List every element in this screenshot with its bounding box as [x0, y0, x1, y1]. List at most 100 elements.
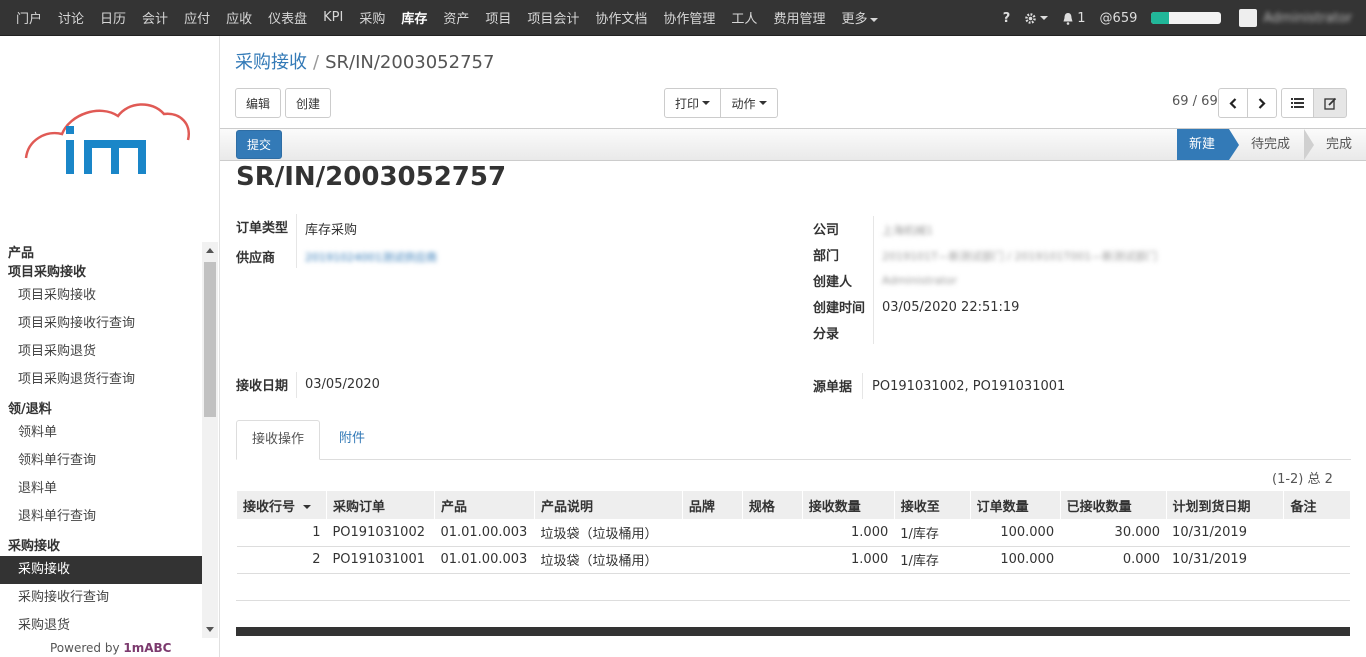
settings-gear-icon[interactable]: [1024, 12, 1049, 25]
record-count: (1-2) 总 2: [1272, 472, 1333, 487]
column-header[interactable]: 产品: [433, 491, 535, 519]
lines-table: 接收行号 采购订单 产品 产品说明 品牌 规格 接收数量 接收至 订单数量 已接收数量 计划到货日期…: [236, 491, 1350, 574]
scroll-thumb[interactable]: [204, 262, 216, 417]
column-header[interactable]: 产品说明: [533, 491, 683, 519]
column-header[interactable]: 规格: [741, 491, 803, 519]
sort-caret-icon[interactable]: [303, 505, 312, 509]
column-header[interactable]: 品牌: [681, 491, 743, 519]
topnav-item[interactable]: 讨论: [58, 8, 84, 27]
column-header-label: 产品说明: [540, 499, 593, 515]
form-view-button[interactable]: [1313, 88, 1347, 118]
field-divider: [862, 373, 863, 399]
topnav-item[interactable]: 会计: [142, 8, 168, 27]
help-icon[interactable]: ?: [1003, 11, 1011, 26]
topnav-item[interactable]: 应收: [226, 8, 252, 27]
stage-pipeline: 新建 待完成 完成: [1176, 129, 1366, 160]
sidebar-scrollbar[interactable]: [202, 242, 218, 638]
creator-value[interactable]: Administrator: [882, 274, 957, 287]
sidebar-item[interactable]: 采购退货: [0, 612, 202, 638]
breadcrumb-parent-link[interactable]: 采购接收: [235, 52, 307, 73]
column-header[interactable]: 接收行号: [236, 491, 327, 519]
pager-next-button[interactable]: [1247, 88, 1277, 118]
notifications-bell-icon[interactable]: 1: [1062, 10, 1086, 26]
record-title: SR/IN/2003052757: [236, 162, 507, 192]
created-time-label: 创建时间: [813, 301, 866, 316]
mentions-counter[interactable]: @659: [1100, 11, 1138, 26]
sidebar-item[interactable]: 项目采购接收: [0, 282, 202, 310]
tab-receive-operations[interactable]: 接收操作: [236, 420, 321, 460]
department-value[interactable]: 2019101T—新测试部门 / 2019101T001—新测试部门: [882, 248, 1157, 264]
table-cell: 10/31/2019: [1166, 519, 1284, 547]
topnav-item[interactable]: 协作文档: [595, 8, 647, 27]
topnav-item[interactable]: 库存: [401, 8, 427, 27]
topnav-item[interactable]: 工人: [731, 8, 757, 27]
list-view-button[interactable]: [1281, 88, 1314, 118]
sidebar-item[interactable]: 项目采购退货行查询: [0, 366, 202, 394]
at-icon: @: [1099, 10, 1113, 26]
scroll-down-arrow-icon[interactable]: [206, 627, 214, 632]
sidebar-item[interactable]: 项目采购退货: [0, 338, 202, 366]
chevron-left-icon: [1229, 97, 1237, 109]
notification-count: 1: [1077, 10, 1086, 26]
powered-by-brand[interactable]: 1mABC: [123, 641, 171, 655]
receive-date-value[interactable]: 03/05/2020: [305, 377, 380, 392]
topnav-item[interactable]: 应付: [184, 8, 210, 27]
action-dropdown[interactable]: 动作: [720, 88, 778, 118]
edit-button[interactable]: 编辑: [235, 88, 281, 118]
table-cell: [682, 546, 743, 574]
table-cell: 1: [236, 519, 327, 547]
table-cell: 2: [236, 546, 327, 574]
tab-attachments[interactable]: 附件: [324, 420, 380, 460]
sidebar-item[interactable]: 领料单: [0, 419, 202, 447]
edit-form-icon: [1323, 97, 1336, 110]
topnav-more-dropdown[interactable]: 更多: [841, 8, 879, 27]
user-name[interactable]: Administrator: [1263, 11, 1352, 26]
sidebar-item[interactable]: 采购接收: [0, 556, 202, 584]
topnav-item[interactable]: 项目会计: [527, 8, 579, 27]
column-header[interactable]: 采购订单: [325, 491, 435, 519]
topnav-item[interactable]: KPI: [323, 10, 343, 25]
progress-fill: [1151, 12, 1169, 24]
column-header[interactable]: 接收至: [893, 491, 971, 519]
table-row[interactable]: 2 PO191031001 01.01.00.003 垃圾袋（垃圾桶用） 1.000 1/…: [236, 546, 1350, 574]
sidebar-item[interactable]: 退料单: [0, 475, 202, 503]
column-header[interactable]: 计划到货日期: [1165, 491, 1284, 519]
create-button[interactable]: 创建: [285, 88, 331, 118]
topnav-item[interactable]: 资产: [443, 8, 469, 27]
topnav-item[interactable]: 门户: [16, 8, 42, 27]
table-cell: [682, 519, 743, 547]
topnav-item[interactable]: 协作管理: [663, 8, 715, 27]
topnav-item[interactable]: 项目: [485, 8, 511, 27]
column-header[interactable]: 备注: [1283, 491, 1350, 519]
column-header[interactable]: 接收数量: [801, 491, 895, 519]
table-cell: 0.000: [1060, 546, 1167, 574]
stage-pending[interactable]: 待完成: [1229, 129, 1315, 160]
sidebar-item[interactable]: 领料单行查询: [0, 447, 202, 475]
table-row[interactable]: 1 PO191031002 01.01.00.003 垃圾袋（垃圾桶用） 1.000 1/…: [236, 519, 1350, 547]
pager-counter[interactable]: 69 / 69: [1172, 94, 1218, 109]
scroll-up-arrow-icon[interactable]: [206, 248, 214, 253]
topnav-item[interactable]: 采购: [359, 8, 385, 27]
more-label: 更多: [841, 12, 868, 27]
sidebar-item[interactable]: 退料单行查询: [0, 503, 202, 531]
stage-new[interactable]: 新建: [1176, 129, 1239, 160]
topnav-item[interactable]: 仪表盘: [268, 8, 307, 27]
company-value[interactable]: 上海机械1: [882, 222, 933, 238]
topnav-item[interactable]: 日历: [100, 8, 126, 27]
print-dropdown[interactable]: 打印: [664, 88, 721, 118]
order-type-value[interactable]: 库存采购: [305, 219, 357, 238]
column-header[interactable]: 已接收数量: [1059, 491, 1167, 519]
submit-button[interactable]: 提交: [236, 130, 282, 159]
column-header[interactable]: 订单数量: [969, 491, 1061, 519]
table-cell: 垃圾袋（垃圾桶用）: [534, 546, 683, 574]
table-header-row: 接收行号 采购订单 产品 产品说明 品牌 规格 接收数量 接收至 订单数量 已接收数量 计划到货日期…: [236, 491, 1350, 519]
column-header-label: 接收至: [900, 499, 940, 515]
action-label: 动作: [731, 96, 756, 111]
pager-previous-button[interactable]: [1218, 88, 1248, 118]
column-header-label: 接收行号: [243, 499, 296, 515]
topnav-item[interactable]: 费用管理: [773, 8, 825, 27]
sidebar-item[interactable]: 项目采购接收行查询: [0, 310, 202, 338]
sidebar-item[interactable]: 采购接收行查询: [0, 584, 202, 612]
user-avatar[interactable]: [1239, 9, 1258, 27]
supplier-link[interactable]: 20191024001测试供应商: [305, 249, 437, 265]
